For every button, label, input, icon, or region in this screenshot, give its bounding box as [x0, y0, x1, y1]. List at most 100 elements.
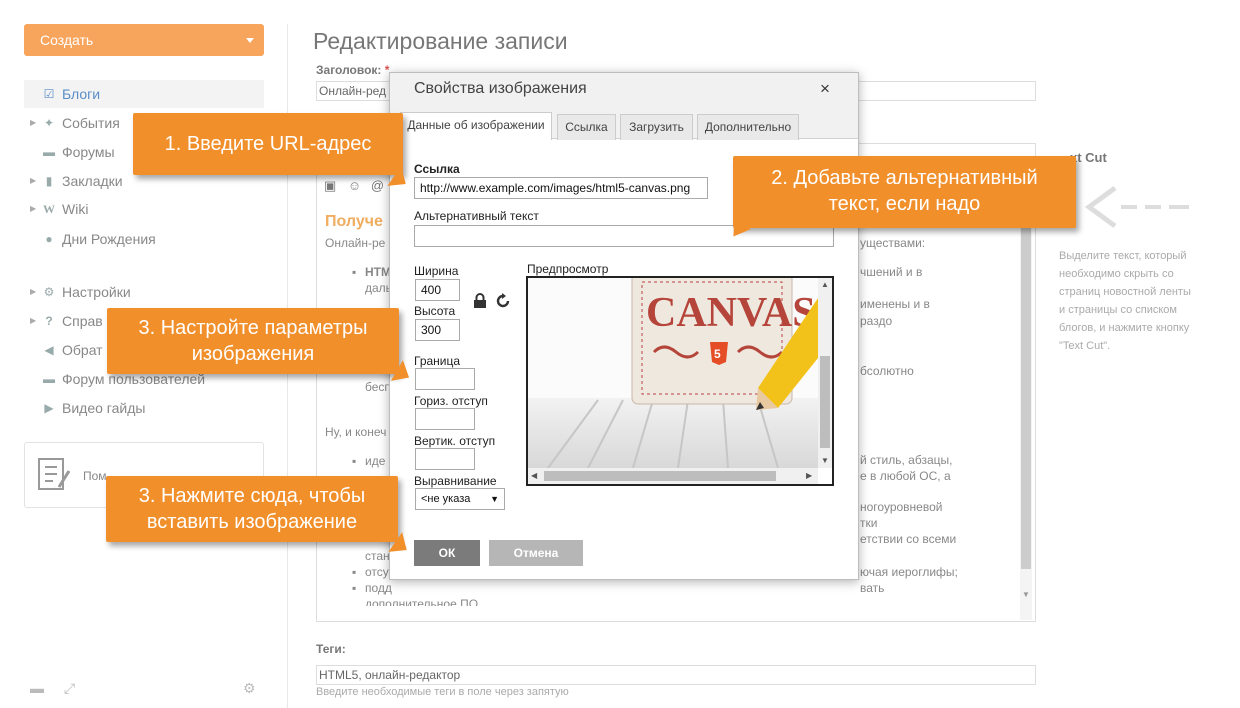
width-input[interactable]: 400	[415, 279, 460, 301]
chevron-right-icon[interactable]: ▶	[30, 195, 36, 223]
height-input[interactable]: 300	[415, 319, 460, 341]
editor-bullet: ▪	[352, 581, 357, 595]
tab-image-data[interactable]: Данные об изображении	[400, 112, 552, 140]
preview-label: Предпросмотр	[527, 262, 609, 276]
chevron-right-icon[interactable]: ▶	[30, 307, 36, 335]
lock-icon[interactable]	[473, 293, 487, 309]
page-title: Редактирование записи	[313, 28, 568, 54]
editor-text-line: дополнительное ПО.	[365, 597, 482, 606]
sidebar-item-wiki[interactable]: ▶ W Wiki	[24, 195, 264, 223]
url-input[interactable]: http://www.example.com/images/html5-canv…	[414, 177, 708, 199]
sidebar-item-video-guides[interactable]: ▶ Видео гайды	[24, 394, 264, 422]
sidebar-item-birthdays[interactable]: ● Дни Рождения	[24, 225, 264, 253]
cancel-button[interactable]: Отмена	[489, 540, 583, 566]
chevron-down-icon: ▼	[490, 494, 499, 504]
url-label: Ссылка	[414, 162, 460, 176]
reset-size-icon[interactable]	[495, 293, 511, 309]
editor-text-line: HTM	[365, 265, 391, 279]
link-icon[interactable]: @	[371, 178, 384, 193]
sidebar-item-label: Настройки	[62, 284, 131, 300]
sidebar-footer: ▬ ⤢ ⚙	[30, 680, 256, 697]
preview-image: CANVAS 5	[528, 278, 828, 469]
chat-icon[interactable]: ▬	[30, 680, 44, 696]
image-preview: CANVAS 5 ▲ ▼ ◀ ▶	[526, 276, 834, 486]
scroll-down-icon[interactable]: ▼	[821, 456, 829, 465]
scroll-right-icon[interactable]: ▶	[806, 471, 812, 480]
pin-icon: ✦	[43, 116, 55, 130]
gear-icon: ⚙	[43, 285, 55, 299]
editor-text-line: подд	[365, 581, 392, 595]
expand-icon[interactable]: ⤢	[64, 680, 75, 696]
editor-toolbar: ▣ ☺ @	[324, 178, 384, 194]
gear-icon[interactable]: ⚙	[243, 680, 256, 696]
editor-text-line: етствии со всеми	[860, 532, 957, 546]
scrollbar-thumb[interactable]	[820, 356, 830, 448]
ok-button[interactable]: ОК	[414, 540, 480, 566]
callout-alt-text: 2. Добавьте альтернативный текст, если н…	[733, 156, 1076, 228]
sidebar-item-label: Справ	[62, 313, 103, 329]
chat-icon: ▬	[43, 372, 55, 386]
sidebar-item-settings[interactable]: ▶ ⚙ Настройки	[24, 278, 264, 306]
dialog-title: Свойства изображения	[414, 80, 587, 97]
hspace-input[interactable]	[415, 408, 475, 430]
scroll-down-icon[interactable]: ▼	[1022, 590, 1030, 599]
tab-advanced[interactable]: Дополнительно	[697, 114, 799, 140]
editor-text-line: тки	[860, 516, 878, 530]
text-cut-description: Выделите текст, который необходимо скрыт…	[1059, 250, 1191, 352]
sidebar-item-label: Форумы	[62, 144, 115, 160]
chevron-right-icon[interactable]: ▶	[30, 167, 36, 195]
editor-text-line: иде	[365, 454, 386, 468]
callout-image-params: 3. Настройте параметры изображения	[107, 308, 399, 374]
create-button[interactable]: Создать	[24, 24, 264, 56]
preview-image-caption: CANVAS	[646, 290, 816, 336]
video-icon: ▶	[44, 401, 54, 415]
smiley-icon[interactable]: ☺	[348, 178, 361, 193]
height-label: Высота	[414, 304, 456, 318]
editor-text-line: вать	[860, 581, 885, 595]
tab-upload[interactable]: Загрузить	[620, 114, 693, 140]
sidebar-item-label: Блоги	[62, 86, 101, 102]
tags-hint: Введите необходимые теги в поле через за…	[316, 686, 569, 698]
scrollbar-thumb[interactable]	[1021, 224, 1031, 569]
wiki-icon: W	[43, 202, 55, 216]
checklist-icon	[38, 458, 71, 490]
chevron-down-icon[interactable]	[246, 38, 254, 43]
megaphone-icon: ◀	[44, 343, 54, 357]
hspace-label: Гориз. отступ	[414, 394, 488, 408]
preview-hscrollbar[interactable]: ◀ ▶	[528, 468, 818, 484]
alt-text-input[interactable]	[414, 225, 834, 247]
sidebar-item-label: Закладки	[62, 173, 123, 189]
preview-vscrollbar[interactable]: ▲ ▼	[818, 278, 832, 468]
title-field-label: Заголовок: *	[316, 63, 390, 77]
scroll-up-icon[interactable]: ▲	[821, 280, 829, 289]
editor-bullet: ▪	[352, 454, 357, 468]
vspace-input[interactable]	[415, 448, 475, 470]
editor-scrollbar[interactable]	[1020, 224, 1032, 620]
tags-input[interactable]: HTML5, онлайн-редактор	[316, 665, 1036, 685]
chevron-right-icon[interactable]: ▶	[30, 109, 36, 137]
editor-text-line: ногоуровневой	[860, 500, 943, 514]
chevron-right-icon[interactable]: ▶	[30, 278, 36, 306]
editor-text-line: отсу	[365, 565, 389, 579]
editor-text-line: раздо	[860, 314, 893, 328]
align-select[interactable]: <не указа ▼	[415, 488, 505, 510]
url-input-value: http://www.example.com/images/html5-canv…	[420, 181, 691, 195]
editor-text-line: е в любой ОС, а	[860, 469, 951, 483]
image-icon[interactable]: ▣	[324, 178, 336, 193]
tab-link[interactable]: Ссылка	[557, 114, 616, 140]
border-input[interactable]	[415, 368, 475, 390]
bookmark-icon: ▮	[45, 174, 53, 188]
create-label: Создать	[40, 32, 94, 48]
editor-bullet: ▪	[352, 265, 357, 279]
vspace-label: Вертик. отступ	[414, 434, 496, 448]
scroll-left-icon[interactable]: ◀	[531, 471, 537, 480]
editor-text-line: бесп	[365, 380, 391, 394]
sidebar-item-label: Видео гайды	[62, 400, 146, 416]
close-icon[interactable]: ×	[820, 79, 830, 99]
title-input-value: Онлайн-ред	[319, 84, 387, 98]
edit-icon: ☑	[43, 87, 55, 101]
editor-text-line: даль	[365, 281, 392, 295]
scrollbar-thumb[interactable]	[544, 471, 776, 481]
sidebar-item-blogs[interactable]: ☑ Блоги	[24, 80, 264, 108]
editor-text-line: Онлайн-ре	[325, 236, 386, 250]
